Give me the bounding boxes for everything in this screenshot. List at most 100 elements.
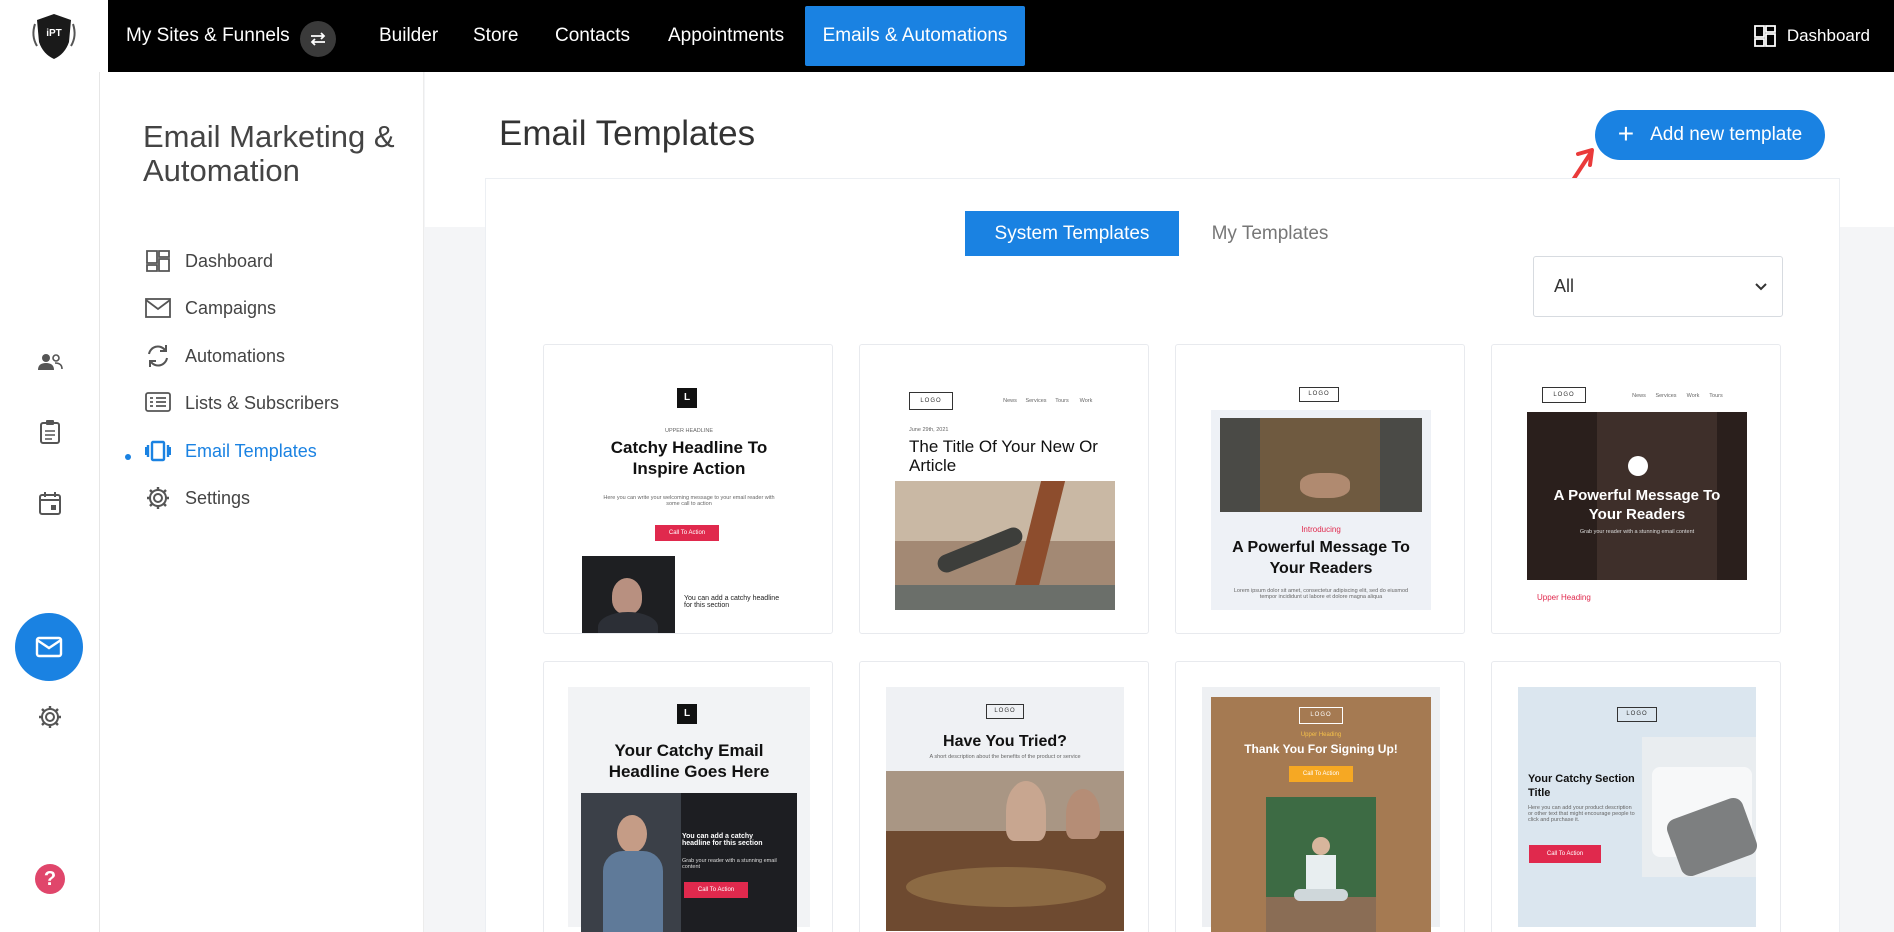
tab-my-templates[interactable]: My Templates bbox=[1180, 211, 1360, 256]
page-title: Email Templates bbox=[499, 114, 756, 153]
template-nav-item: Services bbox=[1655, 393, 1677, 399]
sidebar-item-settings[interactable]: Settings bbox=[145, 483, 250, 513]
template-preview: L Your Catchy Email Headline Goes Here Y… bbox=[544, 662, 832, 932]
template-upper-headline: UPPER HEADLINE bbox=[665, 428, 713, 434]
template-nav-item: Services bbox=[1025, 398, 1047, 404]
template-nav-item: Tours bbox=[1055, 398, 1069, 404]
template-logo: LOGO bbox=[1542, 387, 1586, 403]
template-photo bbox=[895, 481, 1115, 610]
sidebar-item-campaigns[interactable]: Campaigns bbox=[145, 293, 276, 323]
template-photo bbox=[1220, 418, 1422, 512]
template-headline: A Powerful Message To Your Readers bbox=[1232, 539, 1410, 577]
template-photo bbox=[886, 771, 1124, 931]
template-card[interactable]: LOGO Introducing A Powerful Message To Y… bbox=[1175, 344, 1465, 634]
template-card[interactable]: L Your Catchy Email Headline Goes Here Y… bbox=[543, 661, 833, 932]
template-photo bbox=[582, 556, 675, 633]
template-preview: LOGO Introducing A Powerful Message To Y… bbox=[1176, 345, 1464, 633]
dashboard-grid-icon bbox=[1753, 25, 1776, 47]
template-overlay-headline: You can add a catchy headline for this s… bbox=[682, 833, 763, 847]
calendar-rail-icon[interactable] bbox=[30, 483, 70, 523]
plus-icon: + bbox=[1617, 117, 1635, 149]
template-nav-item: Work bbox=[1079, 398, 1093, 404]
template-headline: Have You Tried? bbox=[943, 733, 1067, 750]
sidebar-item-label: Settings bbox=[185, 487, 251, 508]
sidebar-item-automations[interactable]: Automations bbox=[145, 341, 285, 371]
email-sidebar: Email Marketing & Automation Dashboard C… bbox=[100, 72, 424, 932]
contacts-rail-icon[interactable] bbox=[30, 342, 70, 382]
template-card[interactable]: LOGO News Services Work Tours A Powerful… bbox=[1491, 344, 1781, 634]
sidebar-item-email-templates[interactable]: Email Templates bbox=[145, 436, 317, 466]
email-rail-icon[interactable] bbox=[15, 613, 83, 681]
sidebar-title: Email Marketing & Automation bbox=[143, 119, 395, 188]
swap-icon[interactable] bbox=[300, 21, 336, 57]
template-preview: L UPPER HEADLINE Catchy Headline To Insp… bbox=[544, 345, 832, 633]
nav-store[interactable]: Store bbox=[473, 0, 518, 72]
template-photo bbox=[1642, 737, 1760, 879]
template-headline: Catchy Headline To Inspire Action bbox=[610, 438, 768, 478]
template-logo: LOGO bbox=[986, 704, 1024, 719]
template-card[interactable]: L UPPER HEADLINE Catchy Headline To Insp… bbox=[543, 344, 833, 634]
list-icon bbox=[145, 392, 171, 412]
sidebar-item-label: Lists & Subscribers bbox=[185, 392, 340, 413]
template-sub: Grab your reader with a stunning email c… bbox=[682, 858, 777, 870]
template-card[interactable]: LOGO News Services Tours Work June 29th,… bbox=[859, 344, 1149, 634]
nav-builder[interactable]: Builder bbox=[379, 0, 438, 72]
sidebar-item-lists-subscribers[interactable]: Lists & Subscribers bbox=[145, 388, 339, 418]
template-headline: A Powerful Message To Your Readers bbox=[1553, 487, 1721, 523]
clipboard-rail-icon[interactable] bbox=[30, 412, 70, 452]
template-logo: L bbox=[677, 388, 697, 408]
template-cta: Call To Action bbox=[1289, 766, 1353, 782]
icon-rail bbox=[0, 72, 100, 932]
active-indicator-dot bbox=[125, 454, 131, 460]
top-dashboard-link[interactable]: Dashboard bbox=[1753, 0, 1870, 72]
template-logo: LOGO bbox=[1299, 387, 1339, 402]
settings-rail-icon[interactable] bbox=[30, 697, 70, 737]
template-headline: Thank You For Signing Up! bbox=[1244, 742, 1398, 756]
template-body: Here you can add your product descriptio… bbox=[1528, 805, 1635, 823]
help-icon[interactable]: ? bbox=[35, 864, 65, 894]
template-headline: The Title Of Your New Or Article bbox=[909, 437, 1098, 475]
template-nav-item: Tours bbox=[1709, 393, 1723, 399]
sidebar-item-label: Campaigns bbox=[185, 297, 277, 318]
add-new-template-button[interactable]: + Add new template bbox=[1595, 110, 1825, 160]
sidebar-item-label: Automations bbox=[185, 345, 286, 366]
category-filter-select[interactable]: All bbox=[1533, 256, 1783, 317]
template-photo bbox=[1266, 797, 1376, 932]
template-upper: Upper Heading bbox=[1300, 732, 1342, 738]
tab-system-templates[interactable]: System Templates bbox=[965, 211, 1179, 256]
template-logo: L bbox=[677, 704, 697, 724]
template-preview: LOGO News Services Work Tours A Powerful… bbox=[1492, 345, 1780, 633]
top-navigation-bar: iPT My Sites & Funnels Builder Store Con… bbox=[0, 0, 1894, 72]
template-preview: LOGO Your Catchy Section Title Here you … bbox=[1492, 662, 1780, 932]
template-cta: Call To Action bbox=[684, 882, 748, 898]
nav-contacts[interactable]: Contacts bbox=[555, 0, 630, 72]
template-body: Here you can write your welcoming messag… bbox=[603, 495, 775, 507]
template-nav-item: News bbox=[1003, 398, 1017, 404]
template-preview: LOGO News Services Tours Work June 29th,… bbox=[860, 345, 1148, 633]
template-upper: Introducing bbox=[1301, 525, 1341, 534]
svg-text:iPT: iPT bbox=[46, 28, 62, 39]
template-sub: A short description about the benefits o… bbox=[929, 754, 1081, 760]
template-date: June 29th, 2021 bbox=[909, 427, 949, 433]
dashboard-icon bbox=[146, 250, 170, 272]
template-card[interactable]: LOGO Your Catchy Section Title Here you … bbox=[1491, 661, 1781, 932]
template-headline: Your Catchy Section Title bbox=[1528, 773, 1635, 799]
template-upper: Upper Heading bbox=[1537, 593, 1591, 602]
template-body: Lorem ipsum dolor sit amet, consectetur … bbox=[1233, 588, 1409, 600]
template-logo: LOGO bbox=[909, 392, 953, 410]
top-dashboard-label: Dashboard bbox=[1786, 26, 1870, 45]
nav-emails-automations[interactable]: Emails & Automations bbox=[805, 6, 1025, 66]
template-logo: LOGO bbox=[1299, 707, 1343, 724]
nav-appointments[interactable]: Appointments bbox=[668, 0, 784, 72]
brand-logo[interactable]: iPT bbox=[0, 0, 108, 72]
template-sub: Grab your reader with a stunning email c… bbox=[1579, 529, 1695, 535]
nav-my-sites-funnels[interactable]: My Sites & Funnels bbox=[126, 0, 290, 72]
template-card[interactable]: LOGO Upper Heading Thank You For Signing… bbox=[1175, 661, 1465, 932]
template-nav-item: Work bbox=[1686, 393, 1700, 399]
play-icon bbox=[1628, 456, 1648, 476]
template-preview: LOGO Have You Tried? A short description… bbox=[860, 662, 1148, 932]
refresh-icon bbox=[148, 345, 168, 367]
sidebar-item-dashboard[interactable]: Dashboard bbox=[145, 246, 273, 276]
envelope-icon bbox=[145, 298, 171, 318]
template-card[interactable]: LOGO Have You Tried? A short description… bbox=[859, 661, 1149, 932]
